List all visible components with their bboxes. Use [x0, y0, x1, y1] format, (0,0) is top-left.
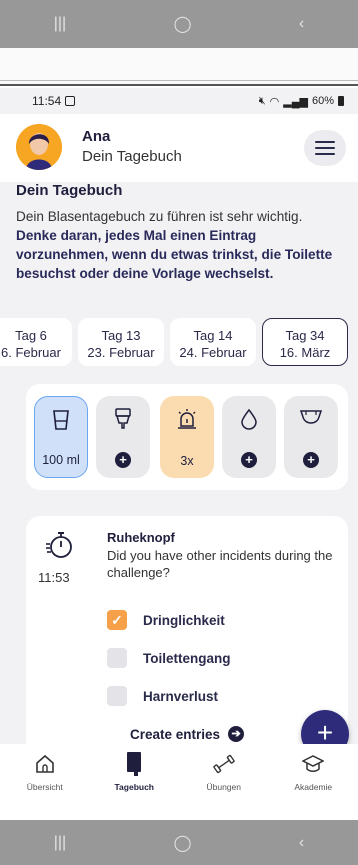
status-time: 11:54: [32, 94, 62, 108]
arrow-right-icon: ➔: [228, 726, 245, 742]
option-dringlichkeit[interactable]: ✓ Dringlichkeit: [107, 610, 225, 630]
option-toilettengang[interactable]: Toilettengang: [107, 648, 231, 668]
incident-time: 11:53: [38, 570, 70, 585]
leak-tile[interactable]: +: [222, 396, 276, 478]
battery-icon: [338, 96, 344, 106]
alarm-icon: [178, 409, 196, 429]
day-number: Tag 13: [101, 328, 141, 343]
nav-label: Tagebuch: [114, 782, 154, 792]
incident-card: 11:53 Ruheknopf Did you have other incid…: [26, 516, 348, 776]
add-leak-icon: +: [241, 452, 257, 468]
checkbox[interactable]: [107, 648, 127, 668]
day-chip[interactable]: Tag 14 24. Februar: [170, 318, 256, 366]
nav-label: Akademie: [294, 782, 333, 792]
screen-gap: [0, 48, 358, 86]
bottom-navigation: Übersicht Tagebuch Übungen Akademie: [0, 744, 358, 820]
nav-label: Übungen: [206, 782, 241, 792]
image-notification-icon: [65, 96, 76, 106]
nav-uebersicht[interactable]: Übersicht: [5, 752, 85, 792]
checkbox[interactable]: [107, 686, 127, 706]
home-button[interactable]: ◯: [174, 833, 192, 853]
menu-button[interactable]: [304, 130, 346, 166]
day-date: 23. Februar: [87, 345, 155, 360]
create-entries-button[interactable]: Create entries ➔: [130, 726, 245, 742]
recents-button[interactable]: |||: [54, 834, 66, 852]
stopwatch-icon: [46, 532, 72, 558]
header-subtitle: Dein Tagebuch: [82, 148, 182, 165]
avatar[interactable]: [16, 124, 62, 170]
back-button[interactable]: ‹: [299, 834, 304, 852]
option-label: Toilettengang: [143, 650, 231, 666]
day-selector: Tag 6 6. Februar Tag 13 23. Februar Tag …: [0, 318, 358, 366]
back-button[interactable]: ‹: [299, 15, 304, 33]
glass-icon: [53, 410, 69, 430]
option-label: Harnverlust: [143, 688, 219, 704]
signal-icon: ▂▄▆: [283, 95, 308, 108]
user-name: Ana: [82, 128, 111, 145]
option-harnverlust[interactable]: Harnverlust: [107, 686, 218, 706]
mute-icon: 🔇︎: [258, 94, 266, 107]
day-chip[interactable]: Tag 6 6. Februar: [0, 318, 72, 366]
recents-button[interactable]: |||: [54, 15, 66, 33]
nav-uebungen[interactable]: Übungen: [184, 752, 264, 792]
pad-tile[interactable]: +: [284, 396, 338, 478]
drink-value: 100 ml: [42, 453, 80, 467]
system-navbar-bottom: ||| ◯ ‹: [0, 820, 358, 865]
intro-title: Dein Tagebuch: [16, 182, 123, 199]
day-number: Tag 6: [15, 328, 47, 343]
dumbbell-icon: [213, 752, 235, 776]
toilet-tile[interactable]: +: [96, 396, 150, 478]
day-chip-active[interactable]: Tag 34 16. März: [262, 318, 348, 366]
nav-label: Übersicht: [26, 782, 63, 792]
add-pad-icon: +: [303, 452, 319, 468]
system-navbar-top: ||| ◯ ‹: [0, 0, 358, 48]
app-header: Ana Dein Tagebuch: [0, 114, 358, 182]
toilet-icon: [115, 408, 131, 429]
nav-akademie[interactable]: Akademie: [273, 752, 353, 792]
diary-icon: [123, 752, 145, 776]
add-toilet-icon: +: [115, 452, 131, 468]
day-number: Tag 14: [193, 328, 233, 343]
drink-tile[interactable]: 100 ml: [34, 396, 88, 478]
intro-bold-text: Denke daran, jedes Mal einen Eintrag vor…: [16, 228, 333, 281]
graduation-cap-icon: [302, 752, 325, 776]
urgency-tile[interactable]: 3x: [160, 396, 214, 478]
day-date: 24. Februar: [179, 345, 247, 360]
day-number: Tag 34: [285, 328, 325, 343]
option-label: Dringlichkeit: [143, 612, 225, 628]
status-bar: 11:54 🔇︎ ◠ ▂▄▆ 60%: [0, 88, 358, 114]
urgency-value: 3x: [180, 454, 194, 468]
phone-screen: 11:54 🔇︎ ◠ ▂▄▆ 60% Ana Dein Tagebuch Dei…: [0, 88, 358, 865]
intro-section: Dein Tagebuch Dein Blasentagebuch zu füh…: [16, 182, 346, 283]
home-button[interactable]: ◯: [174, 14, 192, 34]
checkbox-checked[interactable]: ✓: [107, 610, 127, 630]
day-chip[interactable]: Tag 13 23. Februar: [78, 318, 164, 366]
pad-icon: [300, 410, 322, 424]
battery-percent: 60%: [311, 95, 334, 107]
create-entries-label: Create entries: [130, 726, 221, 742]
drop-icon: [241, 408, 257, 430]
day-date: 16. März: [279, 345, 331, 360]
nav-tagebuch[interactable]: Tagebuch: [94, 752, 174, 792]
home-icon: [34, 752, 56, 776]
intro-text: Dein Blasentagebuch zu führen ist sehr w…: [16, 207, 346, 283]
day-date: 6. Februar: [1, 345, 61, 360]
entry-tiles-card: 100 ml + 3x + +: [26, 384, 348, 490]
hamburger-icon: [315, 141, 335, 143]
wifi-icon: ◠: [269, 95, 280, 108]
incident-title: Ruheknopf: [107, 530, 175, 545]
intro-plain-text: Dein Blasentagebuch zu führen ist sehr w…: [16, 209, 303, 224]
incident-question: Did you have other incidents during the …: [107, 548, 333, 580]
